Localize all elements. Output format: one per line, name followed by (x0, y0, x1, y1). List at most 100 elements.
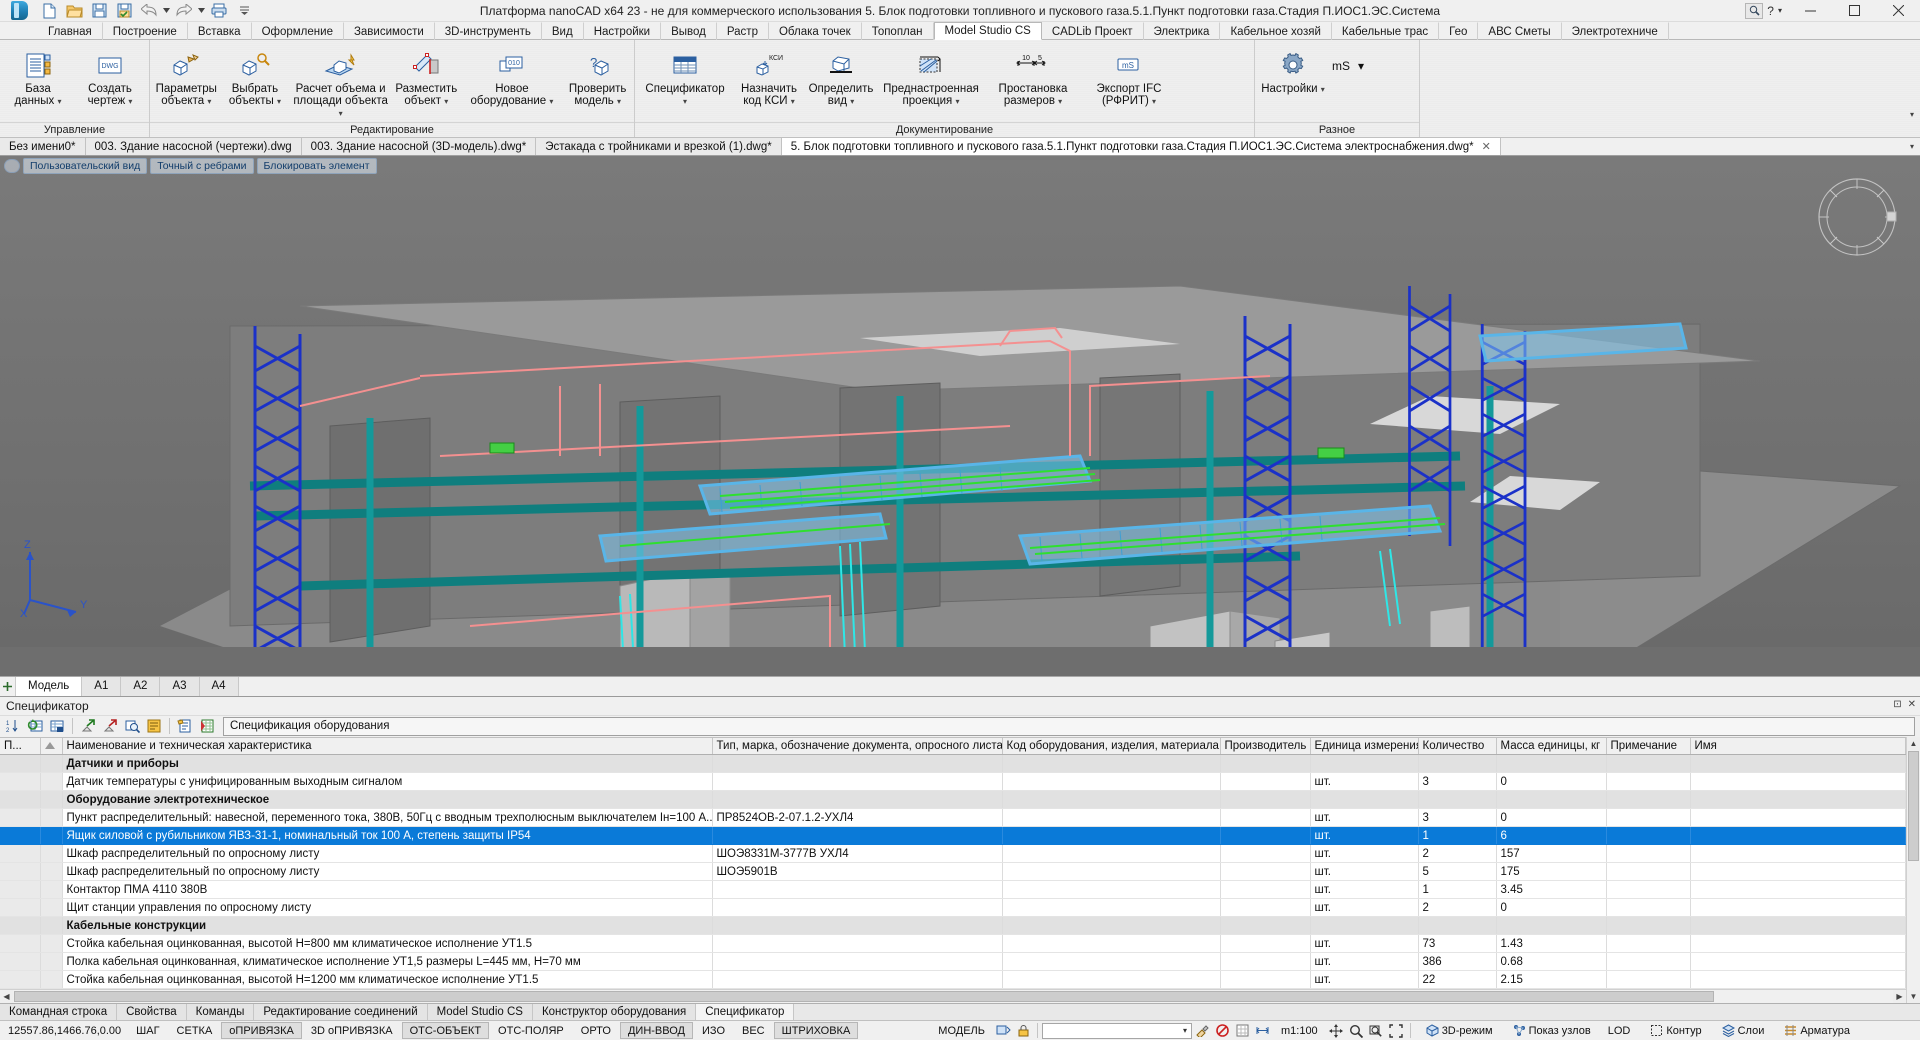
close-button[interactable] (1876, 0, 1920, 22)
ribbon-button-export-ifc[interactable]: mS Экспорт IFC (РФРИТ) ▾ (1081, 44, 1177, 118)
panel-tab-komandy[interactable]: Команды (187, 1004, 255, 1020)
layout-tab-a2[interactable]: A2 (121, 677, 160, 696)
lock-icon[interactable] (1014, 1022, 1033, 1039)
chevron-down-icon[interactable]: ▾ (549, 97, 553, 106)
column-header-manufacturer[interactable]: Производитель (1220, 738, 1310, 755)
specification-select[interactable]: Спецификация оборудования (223, 717, 1915, 736)
status-toggle-armatura[interactable]: Арматура (1773, 1022, 1858, 1039)
scroll-down-icon[interactable]: ▼ (1907, 990, 1920, 1003)
pin-icon[interactable]: ⊡ (1893, 699, 1901, 710)
navigation-compass[interactable] (1814, 174, 1900, 260)
save-as-icon[interactable] (112, 0, 136, 21)
fullscreen-icon[interactable] (1387, 1022, 1406, 1039)
status-toggle-oprivyazka[interactable]: оПРИВЯЗКА (221, 1022, 302, 1039)
status-toggle-ots-obekt[interactable]: ОТС-ОБЪЕКТ (402, 1022, 489, 1039)
ribbon-tab-cadlib-proekt[interactable]: CADLib Проект (1042, 22, 1144, 40)
ribbon-button-razmestit-obekt[interactable]: Разместить объект ▾ (392, 44, 461, 118)
layout-tab-a4[interactable]: A4 (200, 677, 239, 696)
layout-tab-a1[interactable]: A1 (82, 677, 121, 696)
column-header-note[interactable]: Примечание (1606, 738, 1690, 755)
help-button[interactable]: ? (1764, 4, 1777, 18)
layout-tab-a3[interactable]: A3 (160, 677, 199, 696)
chevron-down-icon[interactable]: ▾ (955, 97, 959, 106)
model-viewport[interactable]: ↰ Пользовательский вид Точный с ребрами … (0, 156, 1920, 676)
status-toggle-kontur[interactable]: Контур (1639, 1022, 1709, 1039)
ribbon-button-nastroyki[interactable]: Настройки ▾ (1257, 44, 1329, 118)
open-file-icon[interactable] (62, 0, 86, 21)
chevron-down-icon[interactable]: ▾ (683, 97, 687, 106)
save-icon[interactable] (87, 0, 111, 21)
scroll-right-icon[interactable]: ▶ (1893, 990, 1906, 1003)
column-header-name[interactable]: Наименование и техническая характеристик… (62, 738, 712, 755)
undo-dropdown-icon[interactable] (162, 0, 171, 21)
ribbon-tab-geo[interactable]: Гео (1439, 22, 1478, 40)
vertical-scroll-thumb[interactable] (1908, 751, 1919, 861)
status-toggle-sloi[interactable]: Слои (1711, 1022, 1773, 1039)
ribbon-button-parametry-obekta[interactable]: Параметры объекта ▾ (152, 44, 221, 118)
document-tabs-overflow-icon[interactable]: ▾ (1904, 138, 1920, 155)
ribbon-tab-oblaka-tochek[interactable]: Облака точек (769, 22, 862, 40)
export-excel-icon[interactable] (197, 717, 217, 736)
ribbon-tab-model-studio-cs[interactable]: Model Studio CS (934, 22, 1042, 40)
table-row[interactable]: Шкаф распределительный по опросному лист… (0, 845, 1905, 863)
chevron-down-icon[interactable]: ▾ (1183, 1026, 1187, 1035)
ribbon-button-novoe-oborudovanie[interactable]: 010 Новое оборудование ▾ (461, 44, 564, 118)
ribbon-button-raschet-obema[interactable]: Расчет объема и площади объекта ▾ (289, 44, 392, 121)
column-header-type-mark[interactable]: Тип, марка, обозначение документа, опрос… (712, 738, 1002, 755)
status-space-model[interactable]: МОДЕЛЬ (930, 1022, 993, 1039)
status-toggle-setka[interactable]: СЕТКА (169, 1022, 221, 1039)
panel-tab-specifikator[interactable]: Спецификатор (696, 1004, 794, 1020)
clean-screen-icon[interactable] (1193, 1022, 1212, 1039)
table-row[interactable]: Стойка кабельная оцинкованная, высотой Н… (0, 971, 1905, 989)
scroll-up-icon[interactable]: ▲ (1907, 737, 1920, 750)
table-row[interactable]: Полка кабельная оцинкованная, климатичес… (0, 953, 1905, 971)
chevron-down-icon[interactable]: ▾ (128, 97, 132, 106)
ribbon-tab-vyvod[interactable]: Вывод (661, 22, 717, 40)
close-icon[interactable]: ✕ (1482, 140, 1491, 153)
column-header-unit-mass[interactable]: Масса единицы, кг (1496, 738, 1606, 755)
more-icon[interactable] (232, 0, 256, 21)
table-row[interactable]: Стойка кабельная оцинкованная, высотой Н… (0, 935, 1905, 953)
report-icon[interactable] (175, 717, 195, 736)
scroll-left-icon[interactable]: ◀ (0, 990, 13, 1003)
column-header-unit[interactable]: Единица измерения (1310, 738, 1418, 755)
ribbon-button-sozdat-chertezh[interactable]: DWG Создать чертеж ▾ (74, 44, 146, 118)
chevron-down-icon[interactable]: ▾ (339, 109, 343, 118)
ribbon-tab-kabelnye-trassy[interactable]: Кабельные трас (1332, 22, 1439, 40)
panel-tab-konstruktor-oborudovaniya[interactable]: Конструктор оборудования (533, 1004, 696, 1020)
column-header-name-key[interactable]: Имя (1690, 738, 1905, 755)
ribbon-tab-elektrotehnicheskoe[interactable]: Электротехниче (1562, 22, 1669, 40)
search-chip-icon[interactable] (1745, 3, 1763, 19)
status-toggle-din-vvod[interactable]: ДИН-ВВОД (620, 1022, 693, 1039)
horizontal-scroll-thumb[interactable] (14, 991, 1714, 1002)
chevron-down-icon[interactable]: ▾ (1058, 97, 1062, 106)
sort-icon[interactable]: 12 (3, 717, 23, 736)
ribbon-button-opredelit-vid[interactable]: Определить вид ▾ (805, 44, 877, 118)
document-tab-blok-podgotovki-gaza[interactable]: 5. Блок подготовки топливного и пусковог… (782, 138, 1501, 155)
chevron-down-icon[interactable]: ▾ (617, 97, 621, 106)
horizontal-scrollbar[interactable]: ◀ ▶ (0, 989, 1906, 1003)
measure-icon[interactable] (1253, 1022, 1272, 1039)
chevron-down-icon[interactable]: ▾ (1152, 97, 1156, 106)
ribbon-tab-avs-smety[interactable]: АВС Сметы (1478, 22, 1561, 40)
close-icon[interactable]: ✕ (1908, 699, 1916, 710)
layout-add-icon[interactable] (0, 677, 16, 696)
document-tab-estakada[interactable]: Эстакада с тройниками и врезкой (1).dwg* (536, 138, 781, 155)
chevron-down-icon[interactable]: ▾ (850, 97, 854, 106)
status-toggle-orto[interactable]: ОРТО (573, 1022, 619, 1039)
panel-tab-model-studio-cs[interactable]: Model Studio CS (428, 1004, 533, 1020)
ribbon-button-vybrat-obekty[interactable]: Выбрать объекты ▾ (221, 44, 290, 118)
find-object-icon[interactable] (122, 717, 142, 736)
table-row[interactable]: Шкаф распределительный по опросному лист… (0, 863, 1905, 881)
table-row[interactable]: Оборудование электротехническое (0, 791, 1905, 809)
chevron-down-icon[interactable]: ▾ (791, 97, 795, 106)
help-group[interactable]: ? ▾ (1745, 3, 1782, 19)
scale-value[interactable]: m1:100 (1273, 1022, 1326, 1039)
chevron-down-icon[interactable]: ▾ (58, 97, 62, 106)
column-header-sort-indicator[interactable] (40, 738, 62, 755)
specificator-grid[interactable]: П... Наименование и техническая характер… (0, 737, 1906, 1004)
import-left-icon[interactable] (78, 717, 98, 736)
ribbon-button-baza-dannyh[interactable]: База данных ▾ (2, 44, 74, 118)
ribbon-tab-nastroyki[interactable]: Настройки (584, 22, 661, 40)
highlight-icon[interactable] (144, 717, 164, 736)
